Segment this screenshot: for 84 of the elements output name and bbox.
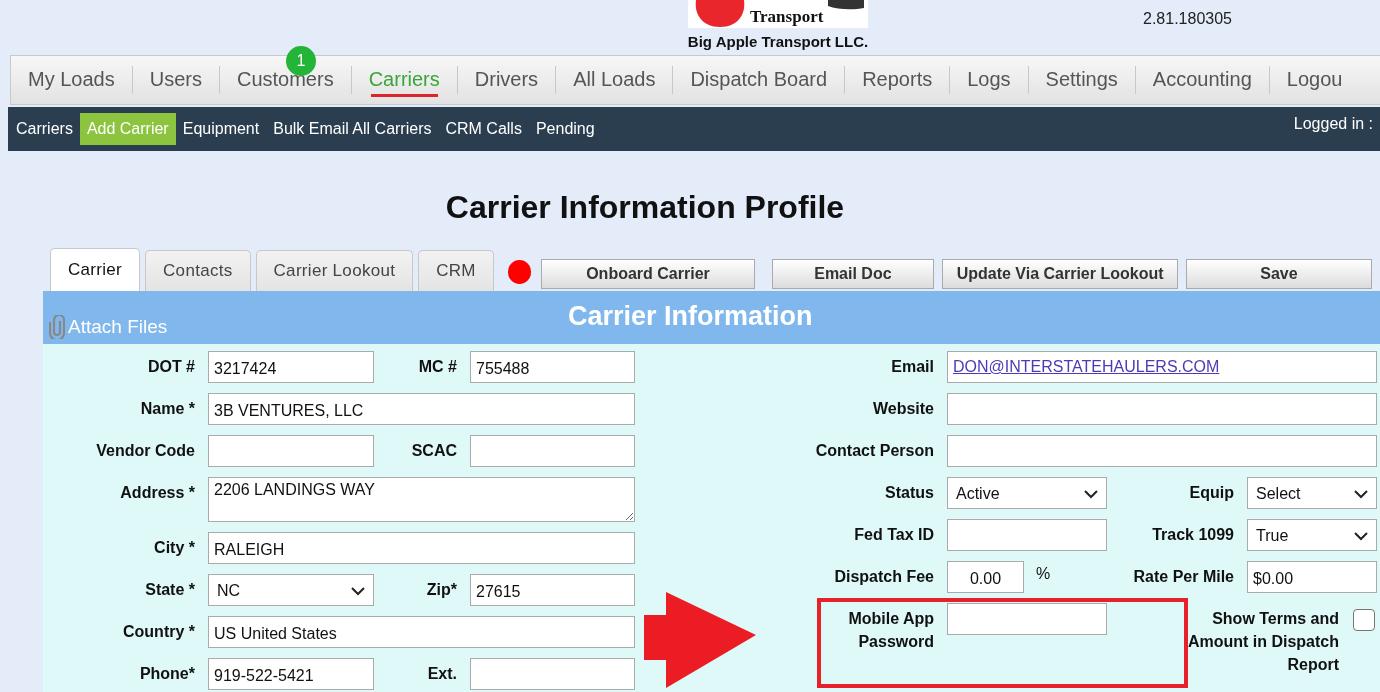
field-label: Email: [890, 357, 934, 377]
paperclip-icon: [49, 315, 65, 339]
action-button[interactable]: Email Doc: [771, 258, 935, 289]
tab[interactable]: CRM: [418, 250, 494, 291]
page-title: Carrier Information Profile: [444, 188, 846, 227]
chevron-down-icon: [351, 586, 365, 596]
field-label: Contact Person: [814, 441, 934, 461]
nav-link[interactable]: Reports: [845, 63, 950, 97]
chevron-down-icon: [1354, 489, 1368, 499]
field-label: Rate Per Mile: [1132, 567, 1234, 587]
field-label: SCAC: [410, 441, 457, 461]
text-field[interactable]: [470, 658, 635, 690]
logged-in-label: Logged in :: [1293, 115, 1373, 133]
sub-nav-link[interactable]: Equipment: [175, 113, 267, 145]
dropdown[interactable]: Select: [1247, 477, 1377, 509]
field-label: Country *: [122, 622, 195, 642]
tab[interactable]: Carrier: [50, 248, 141, 291]
email-link[interactable]: DON@INTERSTATEHAULERS.COM: [953, 358, 1220, 376]
text-field[interactable]: 27615: [470, 574, 635, 606]
field-label: Mobile App Password: [847, 609, 934, 652]
field-label: Address *: [119, 483, 195, 503]
dropdown[interactable]: Active: [947, 477, 1107, 509]
section-title: Carrier Information: [568, 301, 813, 332]
field-label: Name *: [139, 399, 195, 419]
field-label: Phone*: [138, 664, 195, 684]
text-field[interactable]: [470, 435, 635, 467]
nav-link[interactable]: Users: [132, 63, 219, 97]
logo: Transport: [688, 0, 868, 28]
field-label: MC #: [417, 357, 457, 377]
dropdown[interactable]: NC: [208, 574, 374, 606]
sub-nav-link[interactable]: CRM Calls: [438, 113, 529, 145]
status-dot: [507, 259, 532, 284]
notification-badge: 1: [285, 45, 316, 76]
nav-link[interactable]: Logs: [950, 63, 1028, 97]
password-field[interactable]: [947, 603, 1107, 635]
text-field[interactable]: 755488: [470, 351, 635, 383]
percent-sign: %: [1036, 564, 1051, 583]
tab[interactable]: Contacts: [145, 250, 251, 291]
nav-link[interactable]: Accounting: [1135, 63, 1269, 97]
text-field[interactable]: RALEIGH: [208, 532, 635, 564]
text-field[interactable]: 919-522-5421: [208, 658, 374, 690]
nav-link[interactable]: Logou: [1269, 63, 1360, 97]
text-field[interactable]: [947, 435, 1377, 467]
text-field[interactable]: 3B VENTURES, LLC: [208, 393, 635, 425]
field-label: Zip*: [425, 580, 457, 600]
sub-nav-link[interactable]: Carriers: [9, 113, 80, 145]
version-number: 2.81.180305: [1143, 10, 1232, 29]
email-field[interactable]: DON@INTERSTATEHAULERS.COM: [947, 351, 1377, 383]
company-name: Big Apple Transport LLC.: [687, 33, 869, 50]
field-label: Fed Tax ID: [853, 525, 934, 545]
field-label: Vendor Code: [95, 441, 195, 461]
field-label: City *: [153, 538, 195, 558]
nav-link[interactable]: All Loads: [556, 63, 673, 97]
text-field[interactable]: [208, 435, 374, 467]
nav-link[interactable]: Settings: [1028, 63, 1135, 97]
tab[interactable]: Carrier Lookout: [255, 250, 414, 291]
action-button[interactable]: Onboard Carrier: [541, 258, 755, 289]
field-label: Track 1099: [1151, 525, 1234, 545]
text-field[interactable]: US United States: [208, 616, 635, 648]
field-label: Equip: [1188, 483, 1234, 503]
text-field[interactable]: $0.00: [1247, 561, 1377, 593]
text-field[interactable]: 3217424: [208, 351, 374, 383]
field-label: State *: [144, 580, 195, 600]
sub-nav-link[interactable]: Bulk Email All Carriers: [266, 113, 439, 145]
text-field[interactable]: [947, 393, 1377, 425]
text-field[interactable]: [947, 519, 1107, 551]
fee-field[interactable]: 0.00: [947, 561, 1024, 593]
field-label: Dispatch Fee: [833, 567, 934, 587]
sub-nav-link[interactable]: Pending: [528, 113, 602, 145]
nav-link[interactable]: My Loads: [11, 63, 132, 97]
text-area[interactable]: 2206 LANDINGS WAY: [208, 477, 635, 522]
nav-link[interactable]: Drivers: [457, 63, 556, 97]
nav-link[interactable]: Dispatch Board: [673, 63, 845, 97]
chevron-down-icon: [1084, 489, 1098, 499]
field-label: Show Terms and Amount in Dispatch Report: [1186, 609, 1339, 675]
field-label: Ext.: [426, 664, 457, 684]
action-button[interactable]: Save: [1186, 258, 1372, 289]
field-label: Website: [871, 399, 934, 419]
action-button[interactable]: Update Via Carrier Lookout: [942, 258, 1178, 289]
checkbox[interactable]: [1353, 609, 1375, 631]
dropdown[interactable]: True: [1247, 519, 1377, 551]
chevron-down-icon: [1354, 531, 1368, 541]
field-label: DOT #: [146, 357, 195, 377]
field-label: Status: [884, 483, 934, 503]
